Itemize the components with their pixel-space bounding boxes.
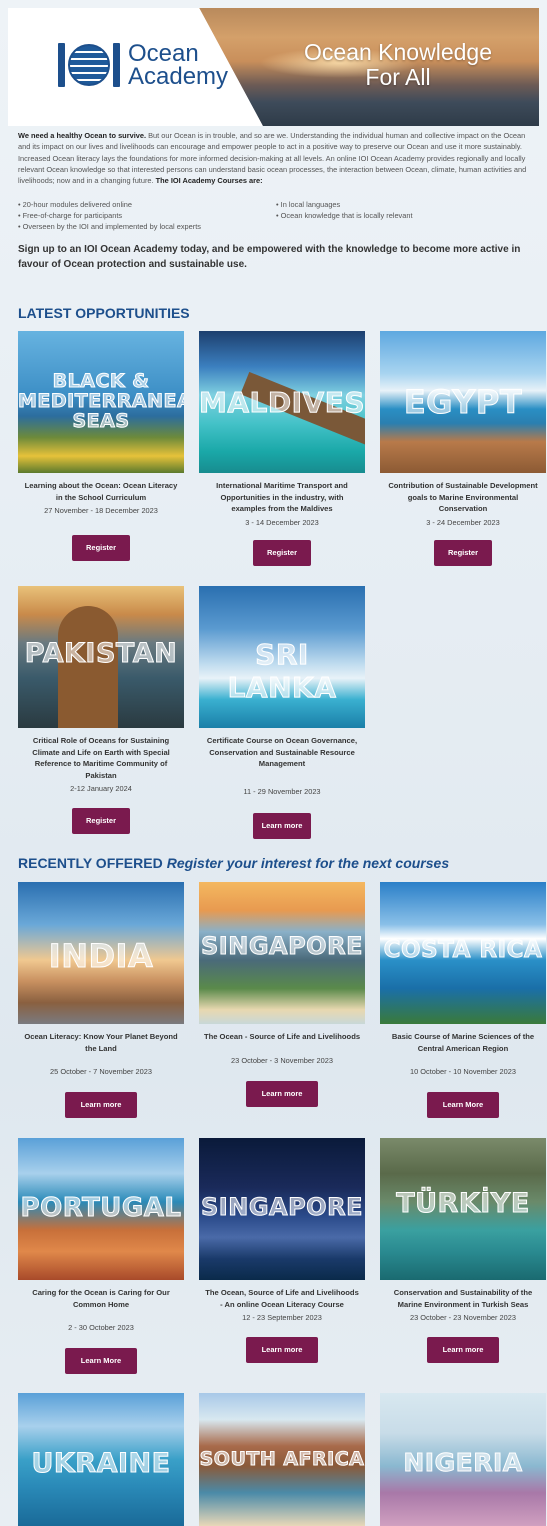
course-title: Learning about the Ocean: Ocean Literacy…: [24, 481, 178, 502]
register-button[interactable]: Register: [72, 808, 130, 834]
bullet-item: • Ocean knowledge that is locally releva…: [276, 211, 413, 220]
course-date: 23 October - 3 November 2023: [231, 1055, 333, 1065]
course-date: 3 - 24 December 2023: [426, 517, 500, 527]
recently-offered-subtitle: Register your interest for the next cour…: [166, 855, 450, 871]
course-card: SINGAPORE The Ocean, Source of Life and …: [199, 1138, 365, 1363]
course-card: PORTUGAL Caring for the Ocean is Caring …: [18, 1138, 184, 1374]
logo-line2: Academy: [128, 63, 229, 90]
course-image-label: SRI LANKA: [227, 638, 337, 705]
course-image[interactable]: SRI LANKA: [199, 586, 365, 728]
latest-opportunities-heading: LATEST OPPORTUNITIES: [18, 305, 190, 321]
course-card: TÜRKİYE Conservation and Sustainability …: [380, 1138, 546, 1363]
course-card: SOUTH AFRICA: [199, 1393, 365, 1526]
course-image[interactable]: NIGERIA: [380, 1393, 546, 1526]
course-date: 2-12 January 2024: [70, 784, 132, 793]
banner-tagline: Ocean Knowledge For All: [278, 40, 518, 90]
bullet-item: • In local languages: [276, 200, 341, 209]
tagline-line2: For All: [365, 64, 431, 90]
course-image[interactable]: INDIA: [18, 882, 184, 1024]
course-title: Ocean Literacy: Know Your Planet Beyond …: [24, 1032, 178, 1053]
course-image-label: NIGERIA: [403, 1448, 523, 1478]
course-date: 11 - 29 November 2023: [243, 786, 321, 796]
course-image-label: MALDIVES: [199, 386, 365, 420]
course-image[interactable]: MALDIVES: [199, 331, 365, 473]
course-title: International Maritime Transport and Opp…: [216, 481, 348, 513]
newsletter-page: Ocean Academy Ocean Knowledge For All We…: [8, 8, 546, 1526]
intro-lead: We need a healthy Ocean to survive.: [18, 131, 147, 140]
course-date: 2 - 30 October 2023: [68, 1323, 134, 1332]
course-card: EGYPT Contribution of Sustainable Develo…: [380, 331, 546, 566]
register-button[interactable]: Register: [72, 535, 130, 561]
course-date: 23 October - 23 November 2023: [410, 1313, 516, 1322]
course-image-label: INDIA: [48, 937, 154, 976]
learn-more-button[interactable]: Learn more: [65, 1092, 137, 1118]
course-image[interactable]: PAKISTAN: [18, 586, 184, 728]
course-date: 25 October - 7 November 2023: [50, 1067, 152, 1076]
course-title: Contribution of Sustainable Development …: [388, 481, 538, 513]
course-image[interactable]: UKRAINE: [18, 1393, 184, 1526]
course-title: The Ocean, Source of Life and Livelihood…: [205, 1288, 359, 1309]
register-button[interactable]: Register: [434, 539, 492, 566]
course-title: Critical Role of Oceans for Sustaining C…: [32, 736, 170, 780]
learn-more-button[interactable]: Learn more: [253, 812, 311, 839]
course-date: 3 - 14 December 2023: [245, 517, 319, 527]
course-card: PAKISTAN Critical Role of Oceans for Sus…: [18, 586, 184, 834]
course-image[interactable]: PORTUGAL: [18, 1138, 184, 1280]
register-button[interactable]: Register: [253, 539, 311, 566]
course-features-list: • 20-hour modules delivered online • In …: [18, 199, 534, 232]
course-image[interactable]: EGYPT: [380, 331, 546, 473]
course-image-label: SOUTH AFRICA: [199, 1448, 365, 1471]
course-card: SRI LANKA Certificate Course on Ocean Go…: [199, 586, 365, 839]
learn-more-button[interactable]: Learn More: [427, 1092, 499, 1118]
course-date: 12 - 23 September 2023: [242, 1313, 322, 1322]
logo-wordmark: Ocean Academy: [128, 40, 229, 90]
course-image[interactable]: BLACK & MEDITERRANEAN SEAS: [18, 331, 184, 473]
course-title: Certificate Course on Ocean Governance, …: [206, 736, 358, 768]
course-image-label: TÜRKİYE: [396, 1188, 530, 1220]
recently-offered-title: RECENTLY OFFERED: [18, 855, 163, 871]
course-image[interactable]: SINGAPORE: [199, 882, 365, 1024]
course-date: 27 November - 18 December 2023: [44, 506, 158, 515]
course-image-label: BLACK & MEDITERRANEAN SEAS: [18, 370, 184, 432]
bullet-item: • Overseen by the IOI and implemented by…: [18, 222, 201, 231]
learn-more-button[interactable]: Learn more: [246, 1337, 318, 1363]
course-image[interactable]: COSTA RICA: [380, 882, 546, 1024]
course-image-label: SINGAPORE: [201, 1193, 363, 1222]
course-card: SINGAPORE The Ocean - Source of Life and…: [199, 882, 365, 1107]
bullet-item: • Free-of-charge for participants: [18, 211, 123, 220]
course-image-label: PAKISTAN: [24, 638, 178, 670]
header-banner: Ocean Academy Ocean Knowledge For All: [8, 8, 539, 126]
recently-offered-heading: RECENTLY OFFERED Register your interest f…: [18, 855, 449, 871]
course-image[interactable]: SOUTH AFRICA: [199, 1393, 365, 1526]
course-image-label: EGYPT: [403, 383, 523, 422]
course-card: INDIA Ocean Literacy: Know Your Planet B…: [18, 882, 184, 1118]
logo-line1: Ocean: [128, 40, 199, 67]
courses-heading: The IOI Academy Courses are:: [155, 176, 263, 186]
signup-callout: Sign up to an IOI Ocean Academy today, a…: [18, 244, 521, 270]
bullet-item: • 20-hour modules delivered online: [18, 200, 132, 209]
course-image[interactable]: SINGAPORE: [199, 1138, 365, 1280]
course-card: UKRAINE: [18, 1393, 184, 1526]
learn-more-button[interactable]: Learn more: [427, 1337, 499, 1363]
course-image-label: SINGAPORE: [201, 932, 363, 961]
course-title: Caring for the Ocean is Caring for Our C…: [32, 1288, 170, 1309]
course-card: COSTA RICA Basic Course of Marine Scienc…: [380, 882, 546, 1118]
learn-more-button[interactable]: Learn More: [65, 1348, 137, 1374]
ioi-logo[interactable]: Ocean Academy: [58, 40, 229, 90]
course-date: 10 October - 10 November 2023: [410, 1067, 516, 1076]
course-title: Basic Course of Marine Sciences of the C…: [391, 1032, 535, 1053]
course-image-label: UKRAINE: [31, 1448, 171, 1480]
course-image[interactable]: TÜRKİYE: [380, 1138, 546, 1280]
intro-paragraph: We need a healthy Ocean to survive. But …: [18, 130, 534, 186]
course-card: MALDIVES International Maritime Transpor…: [199, 331, 365, 566]
course-title: Conservation and Sustainability of the M…: [393, 1288, 533, 1309]
tagline-line1: Ocean Knowledge: [304, 39, 492, 65]
course-image-label: PORTUGAL: [20, 1193, 182, 1224]
course-card: BLACK & MEDITERRANEAN SEAS Learning abou…: [18, 331, 184, 561]
course-card: NIGERIA: [380, 1393, 546, 1526]
ioi-logo-icon: [58, 43, 120, 87]
course-title: The Ocean - Source of Life and Livelihoo…: [203, 1032, 361, 1041]
learn-more-button[interactable]: Learn more: [246, 1080, 318, 1107]
course-image-label: COSTA RICA: [383, 937, 543, 964]
